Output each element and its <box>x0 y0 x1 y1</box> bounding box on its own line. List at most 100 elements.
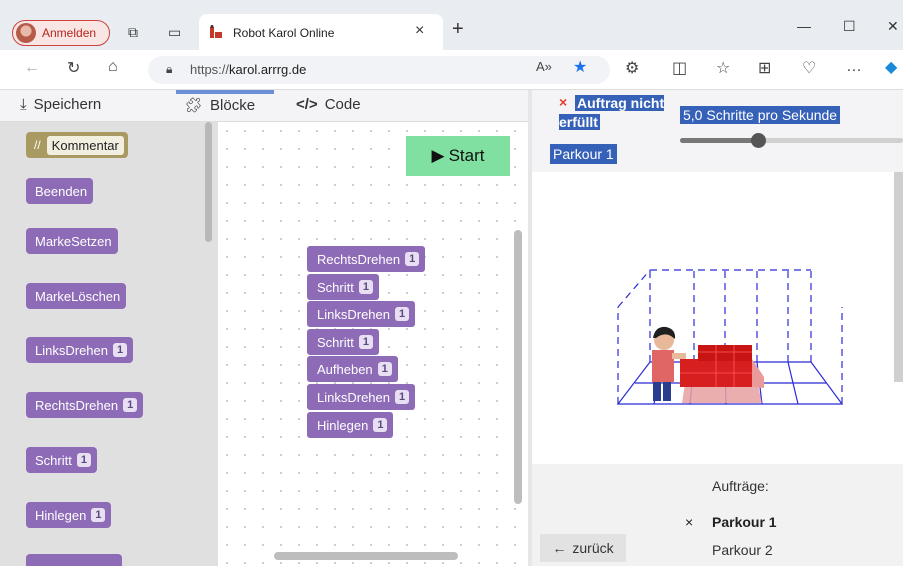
toolbox-block[interactable]: MarkeSetzen <box>26 228 118 254</box>
maximize-icon[interactable]: ☐ <box>843 18 856 35</box>
task-item-parkour-2[interactable]: Parkour 2 <box>712 542 773 558</box>
toolbox-block[interactable]: Beenden <box>26 178 94 204</box>
block-label: MarkeSetzen <box>35 233 112 249</box>
puzzle-piece-icon: 🧩︎ <box>184 97 204 114</box>
block-label: Hinlegen <box>35 507 87 523</box>
tab-bloecke[interactable]: 🧩︎ Blöcke <box>184 96 256 115</box>
program-block[interactable]: Schritt 1 <box>307 274 379 300</box>
favorite-star-icon[interactable]: ★ <box>573 57 587 77</box>
tab-code-label: Code <box>324 96 361 113</box>
home-icon[interactable]: ⌂ <box>108 58 118 76</box>
speed-label: 5,0 Schritte pro Sekunde <box>680 106 841 124</box>
toolbox-scrollbar[interactable] <box>205 122 212 242</box>
favorites-icon[interactable]: ☆ <box>716 58 730 78</box>
block-label: RechtsDrehen <box>317 251 401 267</box>
tab-bloecke-label: Blöcke <box>210 96 256 114</box>
speed-slider[interactable] <box>680 133 903 148</box>
tab-title: Robot Karol Online <box>233 26 335 40</box>
toolbox-block-kommentar[interactable]: // Kommentar <box>26 132 128 158</box>
lock-icon: 🔒︎ <box>166 62 173 76</box>
status-bar: Auftrag nicht erfüllt × 5,0 Schritte pro… <box>532 90 903 172</box>
workspace-vertical-scrollbar[interactable] <box>514 230 522 504</box>
block-number[interactable]: 1 <box>113 343 128 357</box>
task-failed-icon: × <box>685 514 694 530</box>
toolbox-block[interactable]: RechtsDrehen 1 <box>26 392 144 418</box>
reload-icon[interactable]: ↻ <box>67 58 80 78</box>
comment-prefix: // <box>34 138 41 152</box>
read-aloud-icon[interactable]: A» <box>536 59 552 74</box>
program-block[interactable]: RechtsDrehen 1 <box>307 246 426 272</box>
comment-label: Kommentar <box>46 135 124 155</box>
tab-code[interactable]: </> Code <box>296 96 361 113</box>
block-label: MarkeLöschen <box>35 288 121 304</box>
minimize-icon[interactable]: — <box>797 18 811 34</box>
new-tab-icon[interactable]: + <box>452 18 464 41</box>
tasks-heading: Aufträge: <box>712 478 769 494</box>
robot-karol-favicon-icon <box>210 25 222 38</box>
download-icon: ⤓ <box>20 96 27 113</box>
block-label: Schritt <box>317 334 354 350</box>
block-number[interactable]: 1 <box>395 307 410 321</box>
slider-thumb[interactable] <box>751 133 767 148</box>
block-label: Beenden <box>35 183 88 199</box>
world-pane: Auftrag nicht erfüllt × 5,0 Schritte pro… <box>532 90 903 566</box>
slider-fill <box>680 138 759 143</box>
robot-world-view <box>532 172 903 464</box>
browser-essentials-icon[interactable]: ♡ <box>802 58 816 78</box>
more-menu-icon[interactable]: … <box>846 58 862 76</box>
robot-karol-app: ⤓ Speichern 🧩︎ Blöcke </> Code // Kommen… <box>0 90 903 566</box>
workspaces-icon[interactable]: ⧉ <box>128 24 138 41</box>
block-number[interactable]: 1 <box>405 252 420 266</box>
program-block[interactable]: Aufheben 1 <box>307 356 398 382</box>
extensions-icon[interactable]: ⚙ <box>625 58 639 78</box>
block-number[interactable]: 1 <box>123 398 138 412</box>
collections-icon[interactable]: ⊞ <box>758 58 771 78</box>
block-number[interactable]: 1 <box>91 508 106 522</box>
back-icon[interactable]: ← <box>24 59 40 77</box>
arrow-left-icon: ← <box>552 540 567 556</box>
failed-icon: × <box>559 94 568 110</box>
program-block[interactable]: Schritt 1 <box>307 329 379 355</box>
back-label: zurück <box>572 540 614 556</box>
block-workspace[interactable]: ▶ Start RechtsDrehen 1 Schritt 1 LinksDreh… <box>218 122 528 566</box>
address-bar: ← ↻ ⌂ 🔒︎ https://karol.arrrg.de A» ★ ⚙ ◫… <box>0 50 903 90</box>
block-label: Aufheben <box>317 361 373 377</box>
profile-button[interactable]: Anmelden <box>12 20 110 46</box>
block-number[interactable]: 1 <box>377 362 392 376</box>
toolbox-block[interactable] <box>26 554 122 566</box>
back-button[interactable]: ← zurück <box>540 534 626 562</box>
code-icon: </> <box>296 96 318 113</box>
play-icon: ▶ <box>431 146 445 165</box>
block-label: Schritt <box>35 452 72 468</box>
block-label: LinksDrehen <box>317 306 390 322</box>
program-block[interactable]: LinksDrehen 1 <box>307 301 416 327</box>
brick-stack <box>680 345 764 403</box>
program-block[interactable]: LinksDrehen 1 <box>307 384 416 410</box>
close-window-icon[interactable]: ✕ <box>887 18 899 35</box>
toolbox-block[interactable]: MarkeLöschen <box>26 283 127 309</box>
toolbox-block[interactable]: Hinlegen 1 <box>26 502 112 528</box>
tab-actions-icon[interactable]: ▭ <box>168 24 181 41</box>
task-item-parkour-1[interactable]: Parkour 1 <box>712 514 777 530</box>
program-block[interactable]: Hinlegen 1 <box>307 412 394 438</box>
workspace-horizontal-scrollbar[interactable] <box>274 552 458 560</box>
block-label: Schritt <box>317 279 354 295</box>
world-scrollbar[interactable] <box>894 172 903 382</box>
block-number[interactable]: 1 <box>358 280 373 294</box>
block-number[interactable]: 1 <box>76 453 91 467</box>
start-button[interactable]: ▶ Start <box>406 136 510 176</box>
block-number[interactable]: 1 <box>358 335 373 349</box>
start-label: Start <box>448 146 485 165</box>
block-number[interactable]: 1 <box>373 418 388 432</box>
save-label: Speichern <box>33 96 102 113</box>
toolbox-block[interactable]: Schritt 1 <box>26 447 97 473</box>
editor-tabs: ⤓ Speichern 🧩︎ Blöcke </> Code <box>0 90 528 122</box>
close-tab-icon[interactable]: × <box>415 22 424 40</box>
block-label: LinksDrehen <box>35 342 108 358</box>
block-number[interactable]: 1 <box>395 390 410 404</box>
save-button[interactable]: ⤓ Speichern <box>20 96 101 113</box>
toolbox-block[interactable]: LinksDrehen 1 <box>26 337 134 363</box>
copilot-icon[interactable]: ◆ <box>885 57 897 77</box>
split-screen-icon[interactable]: ◫ <box>672 58 687 78</box>
browser-tab-robot-karol[interactable]: Robot Karol Online × <box>199 14 443 50</box>
